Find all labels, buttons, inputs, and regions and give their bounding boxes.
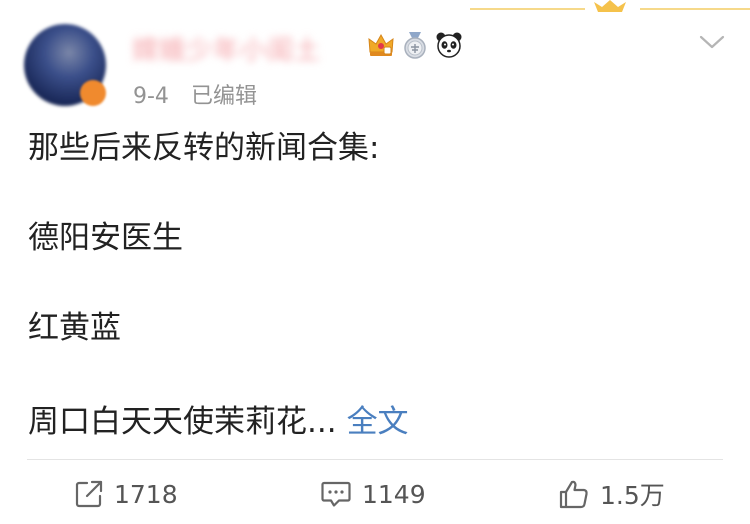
crown-icon <box>594 0 626 12</box>
vip-decoration <box>470 0 750 12</box>
content-line-text: 周口白天天使茉莉花... <box>28 404 337 440</box>
medal-badge-icon[interactable] <box>400 30 430 60</box>
edited-label: 已编辑 <box>190 84 257 109</box>
panda-badge-icon[interactable] <box>434 30 464 60</box>
post-date: 9-4 <box>133 84 169 109</box>
content-line-last: 周口白天天使茉莉花... 全文 <box>28 400 409 444</box>
content-line: 红黄蓝 <box>28 310 121 346</box>
like-count: 1.5万 <box>600 481 665 510</box>
share-icon <box>75 480 103 508</box>
content-line: 那些后来反转的新闻合集: <box>28 130 380 166</box>
username[interactable]: 嫦娥少年小闺土 <box>132 30 321 67</box>
avatar-verified-badge <box>80 80 106 106</box>
forward-button[interactable]: 1718 <box>74 472 178 516</box>
crown-badge-icon[interactable] <box>366 30 396 60</box>
user-badges <box>366 28 464 62</box>
comment-count: 1149 <box>362 479 426 509</box>
chevron-down-icon[interactable] <box>698 30 726 54</box>
post-meta: 9-4 已编辑 <box>133 78 257 110</box>
full-text-link[interactable]: 全文 <box>347 404 409 440</box>
divider <box>27 459 723 460</box>
forward-count: 1718 <box>114 479 178 509</box>
comment-button[interactable]: 1149 <box>320 472 426 516</box>
thumbs-up-icon <box>559 480 588 509</box>
like-button[interactable]: 1.5万 <box>558 472 665 516</box>
comment-icon <box>321 481 351 507</box>
action-bar: 1718 1149 1.5万 <box>0 472 750 516</box>
content-line: 德阳安医生 <box>28 220 183 256</box>
